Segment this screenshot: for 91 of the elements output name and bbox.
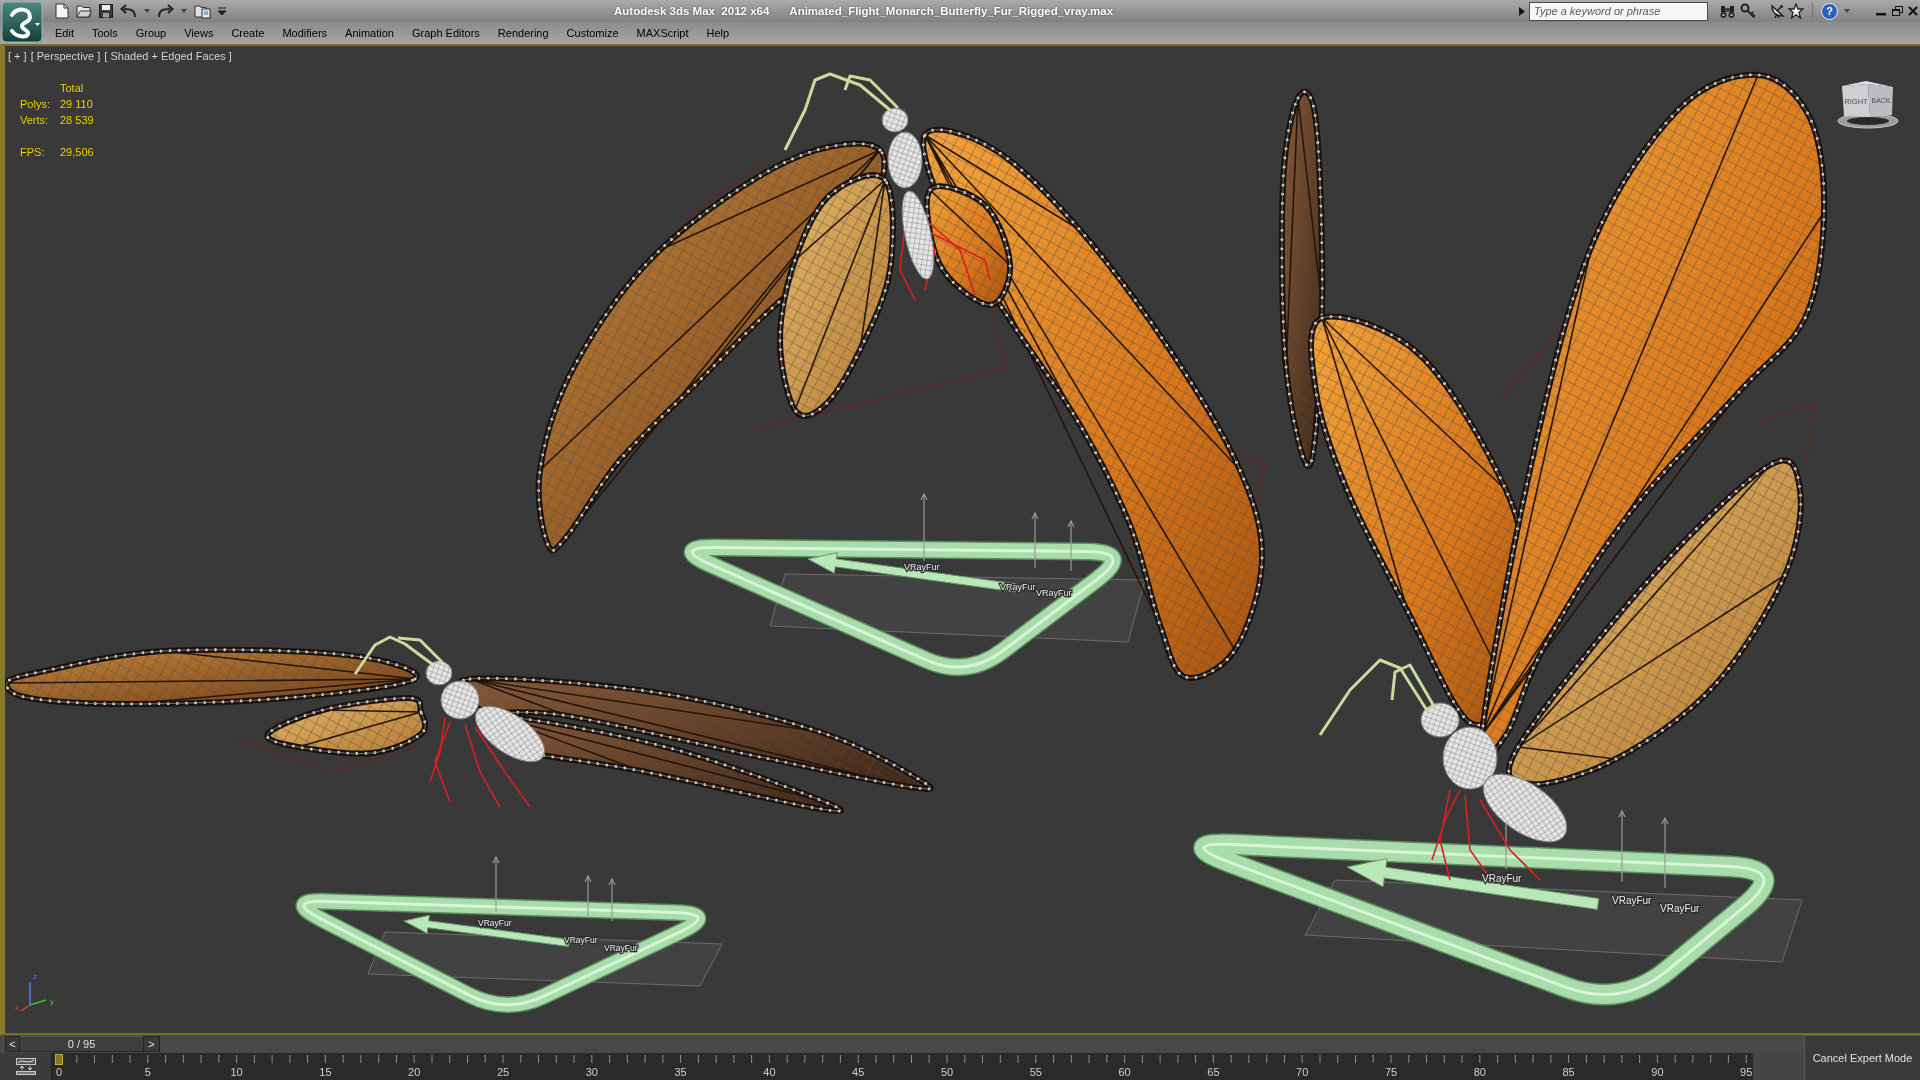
- previous-frame-button[interactable]: <: [5, 1036, 20, 1052]
- app-title: Autodesk 3ds Max 2012 x64: [614, 5, 770, 17]
- trackbar[interactable]: 0 5 10 15 20 25 30 35 40 45 50 55 60 65 70 75 80 85 90 95: [52, 1053, 1753, 1080]
- frame-number: 0: [55, 1066, 63, 1078]
- vrayfur-label: VRayFur: [1612, 895, 1652, 906]
- new-file-icon[interactable]: [55, 3, 69, 19]
- time-slider-track[interactable]: < 0 / 95 >: [0, 1035, 1804, 1053]
- vertical-pin-arrow: [920, 492, 928, 562]
- vertical-pin-arrow: [608, 877, 616, 922]
- menu-item[interactable]: Animation: [336, 25, 403, 41]
- stat-label: Polys:: [20, 97, 51, 112]
- curve-editor-button[interactable]: [0, 1053, 52, 1080]
- frame-number: 90: [1651, 1066, 1664, 1078]
- frame-number: 15: [319, 1066, 332, 1078]
- fps-label: FPS:: [20, 145, 46, 160]
- vertical-pin-arrow: [584, 874, 592, 919]
- cancel-expert-mode-button[interactable]: Cancel Expert Mode: [1804, 1035, 1920, 1080]
- menu-item[interactable]: Graph Editors: [402, 25, 489, 41]
- frame-number: 40: [763, 1066, 776, 1078]
- caret-icon[interactable]: [144, 9, 150, 13]
- stat-value: 29 110: [60, 97, 93, 112]
- menu-item[interactable]: MAXScript: [627, 25, 698, 41]
- view-cube[interactable]: [1837, 81, 1899, 129]
- satellite-dish-icon[interactable]: [1770, 3, 1785, 19]
- search-field[interactable]: Type a keyword or phrase: [1529, 1, 1708, 21]
- menu-item[interactable]: Views: [175, 25, 223, 41]
- menu-item[interactable]: Customize: [557, 25, 628, 41]
- frame-number: 10: [230, 1066, 243, 1078]
- vrayfur-label: VRayFur: [564, 935, 598, 945]
- caret-icon[interactable]: [218, 7, 226, 15]
- frame-number: 45: [852, 1066, 865, 1078]
- menu-item[interactable]: Modifiers: [273, 25, 337, 41]
- viewport-menu-label[interactable]: [ Shaded + Edged Faces ]: [104, 50, 232, 63]
- frame-counter: 0 / 95: [20, 1036, 143, 1052]
- frame-number: 85: [1562, 1066, 1575, 1078]
- fps-value: 29,506: [60, 145, 94, 160]
- frame-number: 70: [1296, 1066, 1309, 1078]
- frame-number: 50: [940, 1066, 954, 1078]
- app-logo-icon[interactable]: [1, 1, 43, 43]
- frame-number: 35: [674, 1066, 687, 1078]
- frame-number: 20: [408, 1066, 421, 1078]
- undo-icon[interactable]: [120, 4, 137, 18]
- axis-label: y: [50, 997, 54, 1006]
- vertical-pin-arrow: [492, 855, 500, 913]
- caret-icon[interactable]: [181, 9, 187, 13]
- frame-number: 30: [585, 1066, 598, 1078]
- frame-number: 95: [1740, 1066, 1753, 1078]
- help-button[interactable]: ?: [1821, 2, 1838, 20]
- frame-number: 75: [1384, 1066, 1398, 1078]
- stats-header: Total: [60, 81, 84, 96]
- menu-item[interactable]: Create: [222, 25, 274, 41]
- time-slider-thumb[interactable]: < 0 / 95 >: [5, 1036, 160, 1052]
- key-icon[interactable]: [1740, 3, 1756, 19]
- stat-value: 28 539: [60, 113, 94, 128]
- next-frame-button[interactable]: >: [143, 1036, 160, 1052]
- menu-item[interactable]: Rendering: [488, 25, 558, 41]
- star-icon[interactable]: [1788, 3, 1804, 19]
- axis-tripod-icon: [20, 981, 47, 1012]
- menu-item[interactable]: Group: [126, 25, 176, 41]
- restore-icon[interactable]: [1892, 6, 1903, 16]
- vrayfur-label: VRayFur: [904, 562, 940, 572]
- menu-item[interactable]: Help: [697, 25, 739, 41]
- frame-number: 80: [1473, 1066, 1486, 1078]
- vrayfur-label: VRayFur: [478, 918, 512, 928]
- menu-item[interactable]: Tools: [82, 25, 127, 41]
- caret-icon[interactable]: [1519, 6, 1525, 16]
- axis-label: z: [33, 972, 37, 981]
- current-frame-marker[interactable]: [55, 1054, 63, 1065]
- viewport-menu-label[interactable]: [ + ]: [8, 50, 27, 63]
- vrayfur-label: VRayFur: [1660, 903, 1700, 914]
- binoculars-icon[interactable]: [1720, 3, 1735, 19]
- curve-editor-icon: [15, 1058, 36, 1075]
- frame-number: 25: [496, 1066, 510, 1078]
- caret-icon[interactable]: [1844, 9, 1850, 13]
- project-folder-icon[interactable]: [194, 3, 211, 19]
- frame-number: 55: [1029, 1066, 1042, 1078]
- open-folder-icon[interactable]: [76, 4, 92, 18]
- vertical-pin-arrow: [1031, 511, 1039, 569]
- frame-number: 60: [1118, 1066, 1131, 1078]
- vrayfur-label: VRayFur: [1482, 873, 1522, 884]
- vertical-pin-arrow: [1067, 519, 1075, 572]
- menu-item[interactable]: Edit: [46, 25, 83, 41]
- axis-label: x: [15, 1003, 19, 1012]
- frame-number: 5: [144, 1066, 151, 1078]
- file-name: Animated_Flight_Monarch_Butterfly_Fur_Rigged_vray.max: [789, 5, 1114, 17]
- close-icon[interactable]: [1908, 6, 1918, 16]
- redo-icon[interactable]: [157, 4, 174, 18]
- frame-number: 65: [1207, 1066, 1220, 1078]
- viewport-menu-label[interactable]: [ Perspective ]: [30, 50, 101, 63]
- save-icon[interactable]: [99, 4, 113, 18]
- stat-label: Verts:: [20, 113, 50, 128]
